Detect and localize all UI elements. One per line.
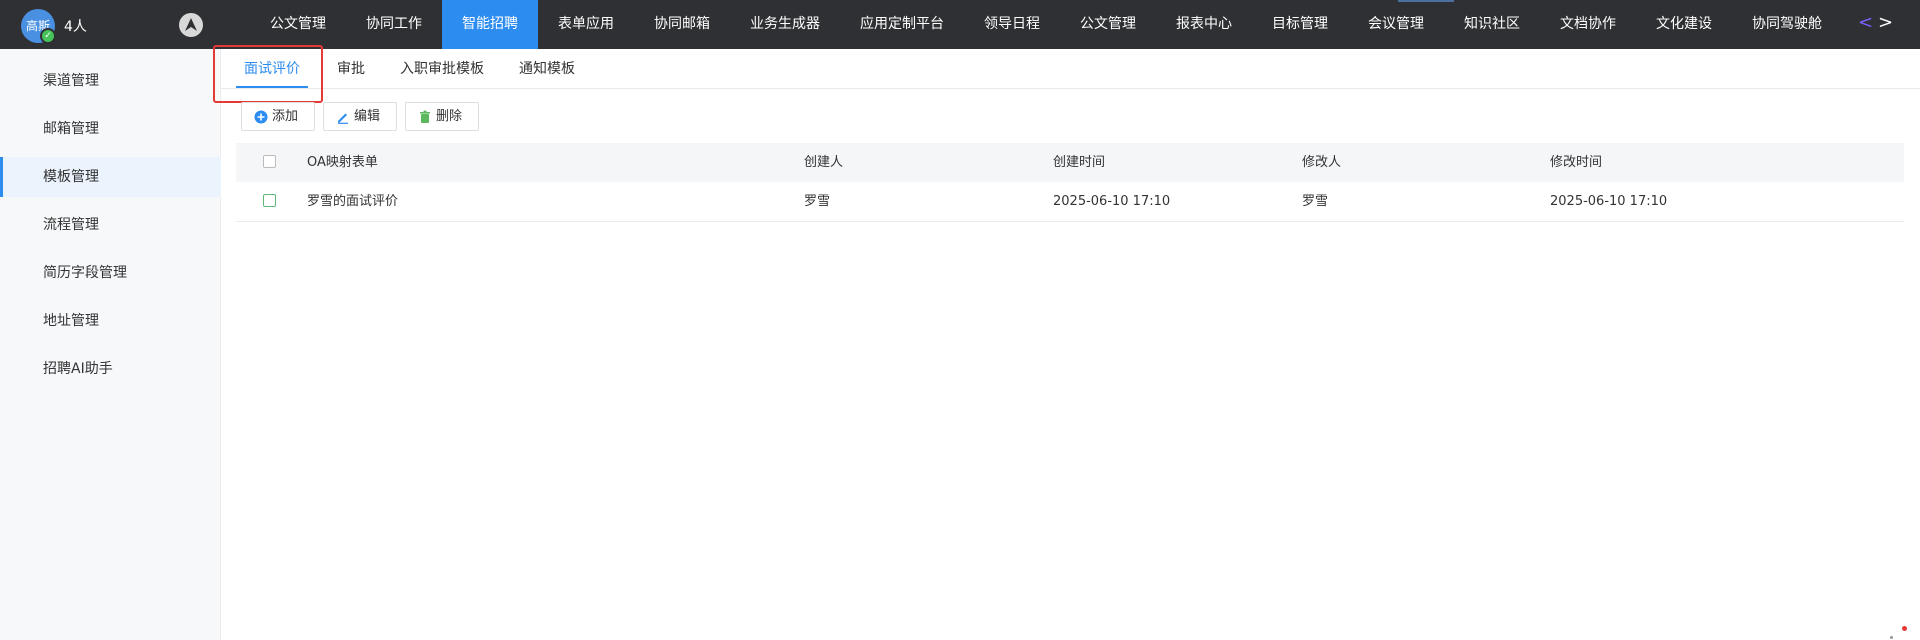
app-logo-icon[interactable] [179,13,203,37]
highlight-box [213,45,323,103]
nav-scroll-arrows: < > [1858,12,1902,36]
tab-onboard-template[interactable]: 入职审批模板 [400,49,484,89]
delete-button[interactable]: 删除 [405,102,479,131]
tab-approval[interactable]: 审批 [337,49,365,89]
sidebar-item-channel[interactable]: 渠道管理 [0,61,221,101]
nav-item-biz-generator[interactable]: 业务生成器 [730,0,840,49]
nav-item-report-center[interactable]: 报表中心 [1156,0,1252,49]
add-button-label: 添加 [272,109,299,124]
nav-item-meeting-mgmt[interactable]: 会议管理 [1348,0,1444,49]
sidebar-item-template[interactable]: 模板管理 [0,157,221,197]
nav-item-doc-collab[interactable]: 文档协作 [1540,0,1636,49]
column-header[interactable]: OA映射表单 [307,143,378,182]
chevron-left-icon[interactable]: < [1858,12,1878,33]
nav-item-leader-schedule[interactable]: 领导日程 [964,0,1060,49]
cell-form-name[interactable]: 罗雪的面试评价 [307,182,398,221]
nav-item-app-platform[interactable]: 应用定制平台 [840,0,964,49]
nav-item-form-apps[interactable]: 表单应用 [538,0,634,49]
sidebar-item-resume-fields[interactable]: 简历字段管理 [0,253,221,293]
notification-dot [1902,626,1907,631]
cell-created-time: 2025-06-10 17:10 [1053,194,1171,209]
select-all-checkbox[interactable] [263,155,276,168]
add-button[interactable]: 添加 [241,102,315,131]
table-row[interactable]: 罗雪的面试评价 罗雪 2025-06-10 17:10 罗雪 2025-06-1… [236,182,1904,222]
nav-item-official-docs[interactable]: 公文管理 [250,0,346,49]
top-nav-menu: 公文管理 协同工作 智能招聘 表单应用 协同邮箱 业务生成器 应用定制平台 领导… [250,0,1842,49]
chevron-right-icon[interactable]: > [1878,12,1898,33]
edit-button-label: 编辑 [354,109,381,124]
template-table: OA映射表单 创建人 创建时间 修改人 修改时间 罗雪的面试评价 罗雪 2025… [236,143,1904,222]
row-checkbox[interactable] [263,194,276,207]
tab-bar: 面试评价 审批 入职审批模板 通知模板 [221,49,1920,89]
corner-marker [1890,636,1893,639]
nav-item-knowledge[interactable]: 知识社区 [1444,0,1540,49]
nav-item-collab-mail[interactable]: 协同邮箱 [634,0,730,49]
nav-item-smart-recruit[interactable]: 智能招聘 [442,0,538,49]
table-header: OA映射表单 创建人 创建时间 修改人 修改时间 [236,143,1904,182]
cell-modifier: 罗雪 [1302,194,1329,209]
people-count[interactable]: 4人 [64,16,87,36]
tab-notify-template[interactable]: 通知模板 [519,49,575,89]
nav-item-official-docs-2[interactable]: 公文管理 [1060,0,1156,49]
sidebar-item-mailbox[interactable]: 邮箱管理 [0,109,221,149]
column-header[interactable]: 修改时间 [1550,143,1602,182]
sidebar-item-address[interactable]: 地址管理 [0,301,221,341]
nav-item-collab-work[interactable]: 协同工作 [346,0,442,49]
nav-item-goal-mgmt[interactable]: 目标管理 [1252,0,1348,49]
column-header[interactable]: 创建时间 [1053,143,1105,182]
cell-modified-time: 2025-06-10 17:10 [1550,194,1668,209]
plus-circle-icon [254,110,268,124]
nav-item-cockpit[interactable]: 协同驾驶舱 [1732,0,1842,49]
pencil-icon [338,113,348,124]
delete-button-label: 删除 [436,109,463,124]
cell-creator: 罗雪 [804,194,831,209]
sidebar: 渠道管理 邮箱管理 模板管理 流程管理 简历字段管理 地址管理 招聘AI助手 [0,49,221,640]
column-header[interactable]: 修改人 [1302,143,1341,182]
trash-icon [420,110,430,123]
nav-item-culture[interactable]: 文化建设 [1636,0,1732,49]
online-check-icon: ✓ [40,28,56,44]
column-header[interactable]: 创建人 [804,143,843,182]
sidebar-item-workflow[interactable]: 流程管理 [0,205,221,245]
sidebar-item-ai-assistant[interactable]: 招聘AI助手 [0,349,221,389]
top-navbar: 高斯 ✓ 4人 公文管理 协同工作 智能招聘 表单应用 协同邮箱 业务生成器 应… [0,0,1920,49]
edit-button[interactable]: 编辑 [323,102,397,131]
